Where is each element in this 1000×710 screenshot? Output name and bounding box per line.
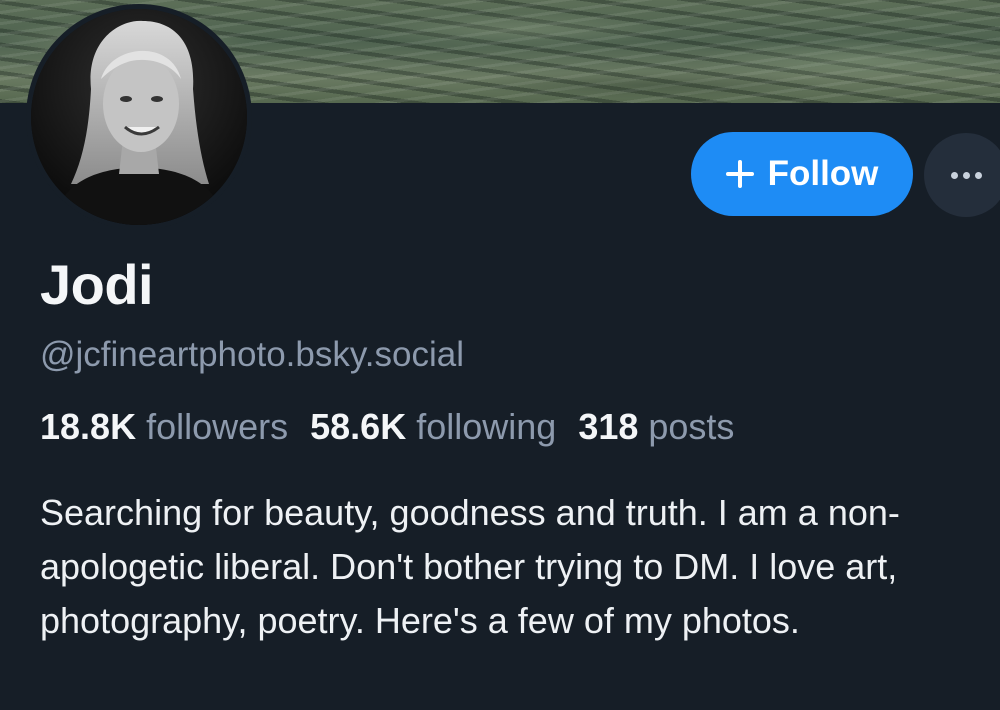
profile-handle: @jcfineartphoto.bsky.social xyxy=(40,335,464,374)
followers-link[interactable]: 18.8K followers xyxy=(40,406,288,448)
posts-count: 318 xyxy=(578,406,639,447)
posts-label: posts xyxy=(648,406,735,447)
posts-stat: 318 posts xyxy=(578,406,734,448)
plus-icon xyxy=(725,160,754,188)
avatar-portrait-icon xyxy=(31,9,247,225)
following-label: following xyxy=(416,406,557,447)
followers-count: 18.8K xyxy=(40,406,137,447)
profile-page: Follow Jodi @jcfineartphoto.bsky.social … xyxy=(0,0,1000,710)
follow-button[interactable]: Follow xyxy=(691,132,913,216)
avatar-photo xyxy=(31,9,247,225)
profile-bio: Searching for beauty, goodness and truth… xyxy=(40,492,900,641)
follow-button-label: Follow xyxy=(767,154,879,193)
more-options-button[interactable] xyxy=(924,133,1000,217)
profile-stats: 18.8K followers 58.6K following 318 post… xyxy=(40,406,756,448)
following-count: 58.6K xyxy=(310,406,407,447)
followers-label: followers xyxy=(146,406,289,447)
ellipsis-icon xyxy=(950,171,982,179)
following-link[interactable]: 58.6K following xyxy=(310,406,556,448)
display-name: Jodi xyxy=(40,253,154,316)
avatar[interactable] xyxy=(26,4,252,230)
